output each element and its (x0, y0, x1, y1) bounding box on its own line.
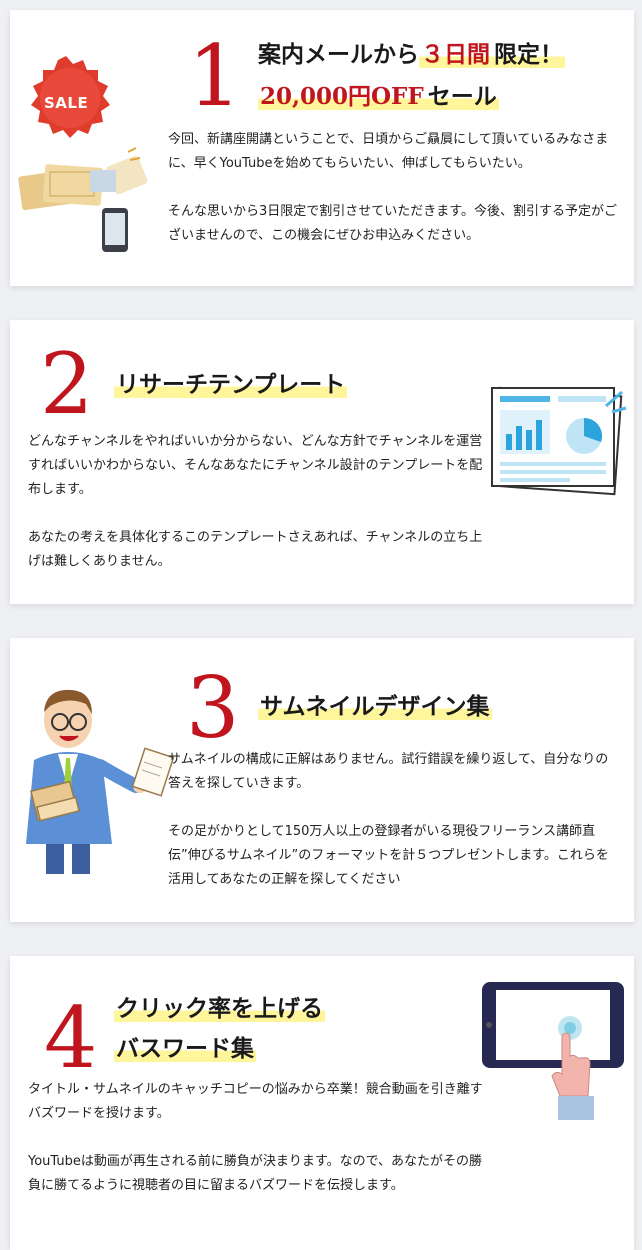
benefit-description: タイトル・サムネイルのキャッチコピーの悩みから卒業！競合動画を引き離すバズワード… (28, 1078, 494, 1198)
benefit-title-line2: バスワード集 (114, 1034, 256, 1064)
benefit-title-line2: 20,000円OFF セール (258, 82, 499, 112)
description-paragraph: あなたの考えを具体化するこのテンプレートさえあれば、チャンネルの立ち上げは難しく… (28, 530, 483, 569)
description-paragraph: YouTubeは動画が再生される前に勝負が決まります。なので、あなたがその勝負に… (28, 1154, 483, 1193)
title-text: セール (425, 83, 499, 110)
tablet-tap-illustration (478, 978, 628, 1128)
benefit-card-4: 4 クリック率を上げる バスワード集 タイトル・サムネイルのキャッチコピーの悩み… (10, 956, 634, 1250)
benefit-card-3: 3 サムネイルデザイン集 サムネイルの構成に正解はありません。試行錯誤を繰り返し… (10, 638, 634, 922)
description-paragraph: サムネイルの構成に正解はありません。試行錯誤を繰り返して、自分なりの答えを探して… (168, 752, 609, 791)
businessman-illustration (16, 668, 176, 878)
benefit-number: 1 (188, 27, 242, 125)
description-paragraph: その足がかりとして150万人以上の登録者がいる現役フリーランス講師直伝”伸びるサ… (168, 824, 609, 887)
benefit-description: どんなチャンネルをやればいいか分からない、どんな方針でチャンネルを運営すればいい… (28, 430, 484, 574)
benefit-description: サムネイルの構成に正解はありません。試行錯誤を繰り返して、自分なりの答えを探して… (168, 748, 618, 892)
benefit-description: 今回、新講座開講ということで、日頃からご贔屓にして頂いているみなさまに、早くYo… (168, 128, 618, 248)
benefit-title: サムネイルデザイン集 (258, 692, 492, 722)
benefit-title-line1: クリック率を上げる (114, 994, 325, 1024)
benefit-card-2: 2 リサーチテンプレート どんなチャンネルをやればいいか分からない、どんな方針で… (10, 320, 634, 604)
title-text: 案内メールから (258, 41, 419, 68)
sale-tickets-illustration (18, 48, 158, 258)
report-charts-illustration (488, 382, 628, 500)
title-text: バスワード集 (114, 1035, 256, 1062)
benefit-title-line1: 案内メールから３日間 限定！ (258, 40, 565, 70)
benefit-number: 4 (44, 989, 98, 1087)
benefit-card-1: SALE 1 案内メールから３日間 限定！ 20,000円OFF セール 今回、新講… (10, 10, 634, 286)
title-text: 限定！ (492, 41, 565, 68)
description-paragraph: 今回、新講座開講ということで、日頃からご贔屓にして頂いているみなさまに、早くYo… (168, 132, 609, 171)
title-highlight: 20,000円OFF (258, 83, 426, 110)
benefit-number: 3 (186, 659, 240, 757)
title-text: リサーチテンプレート (114, 371, 348, 398)
description-paragraph: どんなチャンネルをやればいいか分からない、どんな方針でチャンネルを運営すればいい… (28, 434, 483, 497)
title-text: サムネイルデザイン集 (258, 693, 492, 720)
description-paragraph: そんな思いから3日限定で割引させていただきます。今後、割引する予定がございません… (168, 204, 617, 243)
benefit-number: 2 (40, 335, 94, 433)
description-paragraph: タイトル・サムネイルのキャッチコピーの悩みから卒業！競合動画を引き離すバズワード… (28, 1082, 483, 1121)
benefit-title: リサーチテンプレート (114, 370, 348, 400)
sale-badge-label: SALE (44, 94, 89, 112)
title-text: クリック率を上げる (114, 995, 325, 1022)
title-highlight: ３日間 (419, 41, 492, 68)
